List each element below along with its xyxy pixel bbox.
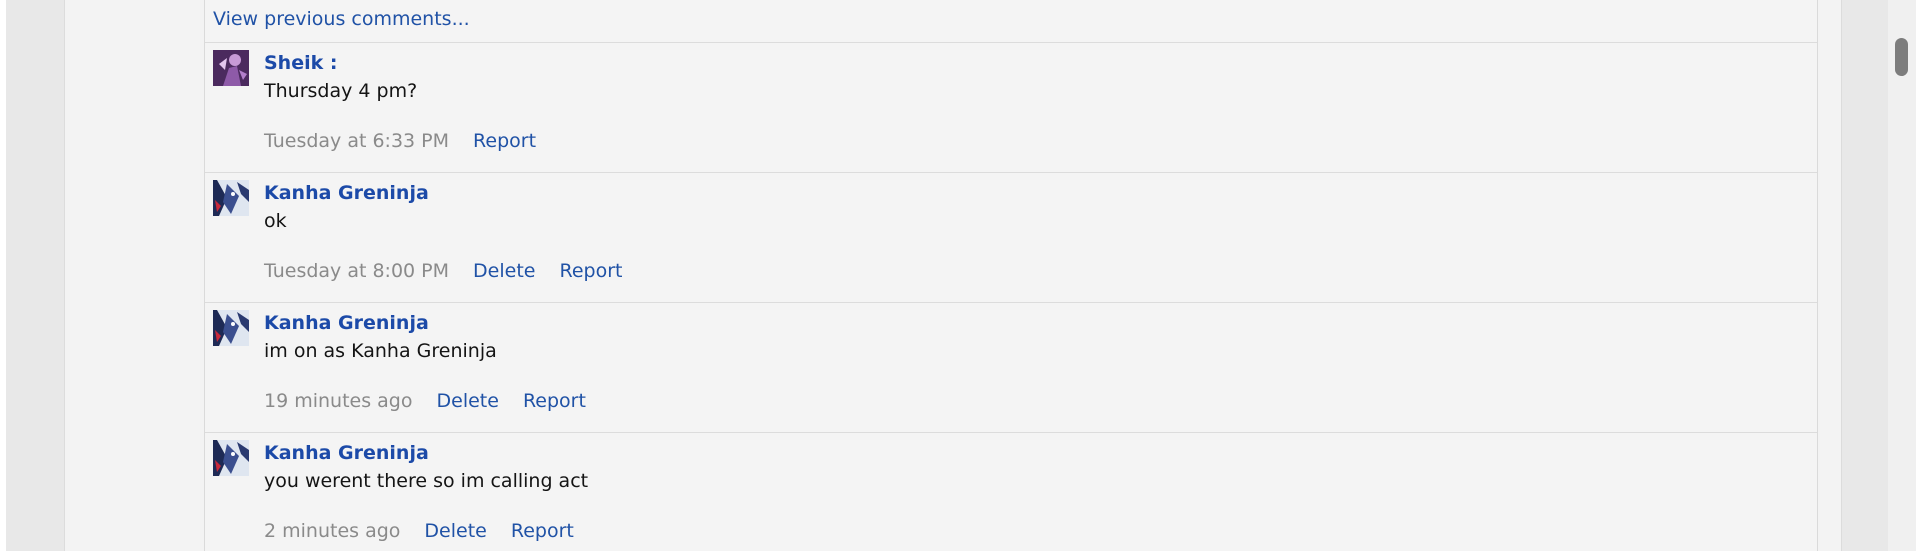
avatar-greninja-image bbox=[213, 180, 249, 216]
comment-timestamp[interactable]: 2 minutes ago bbox=[264, 520, 400, 542]
comment-text: im on as Kanha Greninja bbox=[264, 340, 497, 362]
report-link[interactable]: Report bbox=[511, 520, 574, 542]
comment-item: Kanha Greninja im on as Kanha Greninja 1… bbox=[205, 302, 1817, 432]
avatar[interactable] bbox=[213, 180, 249, 216]
avatar-greninja-image bbox=[213, 310, 249, 346]
comment-meta: 2 minutes ago Delete Report bbox=[264, 520, 574, 542]
comment-meta: Tuesday at 8:00 PM Delete Report bbox=[264, 260, 622, 282]
delete-link[interactable]: Delete bbox=[424, 520, 486, 542]
left-gutter bbox=[0, 0, 6, 551]
comment-item: Kanha Greninja you werent there so im ca… bbox=[205, 432, 1817, 551]
avatar[interactable] bbox=[213, 310, 249, 346]
avatar-sheik-image bbox=[213, 50, 249, 86]
scrollbar-thumb[interactable] bbox=[1895, 38, 1908, 76]
comment-item: Kanha Greninja ok Tuesday at 8:00 PM Del… bbox=[205, 172, 1817, 302]
avatar[interactable] bbox=[213, 440, 249, 476]
comment-author[interactable]: Kanha Greninja bbox=[264, 442, 429, 464]
comment-author[interactable]: Sheik : bbox=[264, 52, 337, 74]
delete-link[interactable]: Delete bbox=[473, 260, 535, 282]
comment-text: Thursday 4 pm? bbox=[264, 80, 418, 102]
comment-timestamp[interactable]: Tuesday at 6:33 PM bbox=[264, 130, 449, 152]
comments-panel: View previous comments... Sheik : Thursd… bbox=[204, 0, 1818, 551]
comment-timestamp[interactable]: Tuesday at 8:00 PM bbox=[264, 260, 449, 282]
report-link[interactable]: Report bbox=[523, 390, 586, 412]
report-link[interactable]: Report bbox=[559, 260, 622, 282]
comment-author[interactable]: Kanha Greninja bbox=[264, 312, 429, 334]
comment-meta: Tuesday at 6:33 PM Report bbox=[264, 130, 536, 152]
delete-link[interactable]: Delete bbox=[437, 390, 499, 412]
avatar[interactable] bbox=[213, 50, 249, 86]
comment-timestamp[interactable]: 19 minutes ago bbox=[264, 390, 413, 412]
comment-author[interactable]: Kanha Greninja bbox=[264, 182, 429, 204]
comment-meta: 19 minutes ago Delete Report bbox=[264, 390, 586, 412]
comment-text: ok bbox=[264, 210, 287, 232]
view-previous-comments-link[interactable]: View previous comments... bbox=[213, 8, 470, 30]
comment-text: you werent there so im calling act bbox=[264, 470, 589, 492]
page: View previous comments... Sheik : Thursd… bbox=[0, 0, 1916, 551]
comment-item: Sheik : Thursday 4 pm? Tuesday at 6:33 P… bbox=[205, 42, 1817, 172]
report-link[interactable]: Report bbox=[473, 130, 536, 152]
scrollbar[interactable] bbox=[1888, 0, 1916, 551]
avatar-greninja-image bbox=[213, 440, 249, 476]
